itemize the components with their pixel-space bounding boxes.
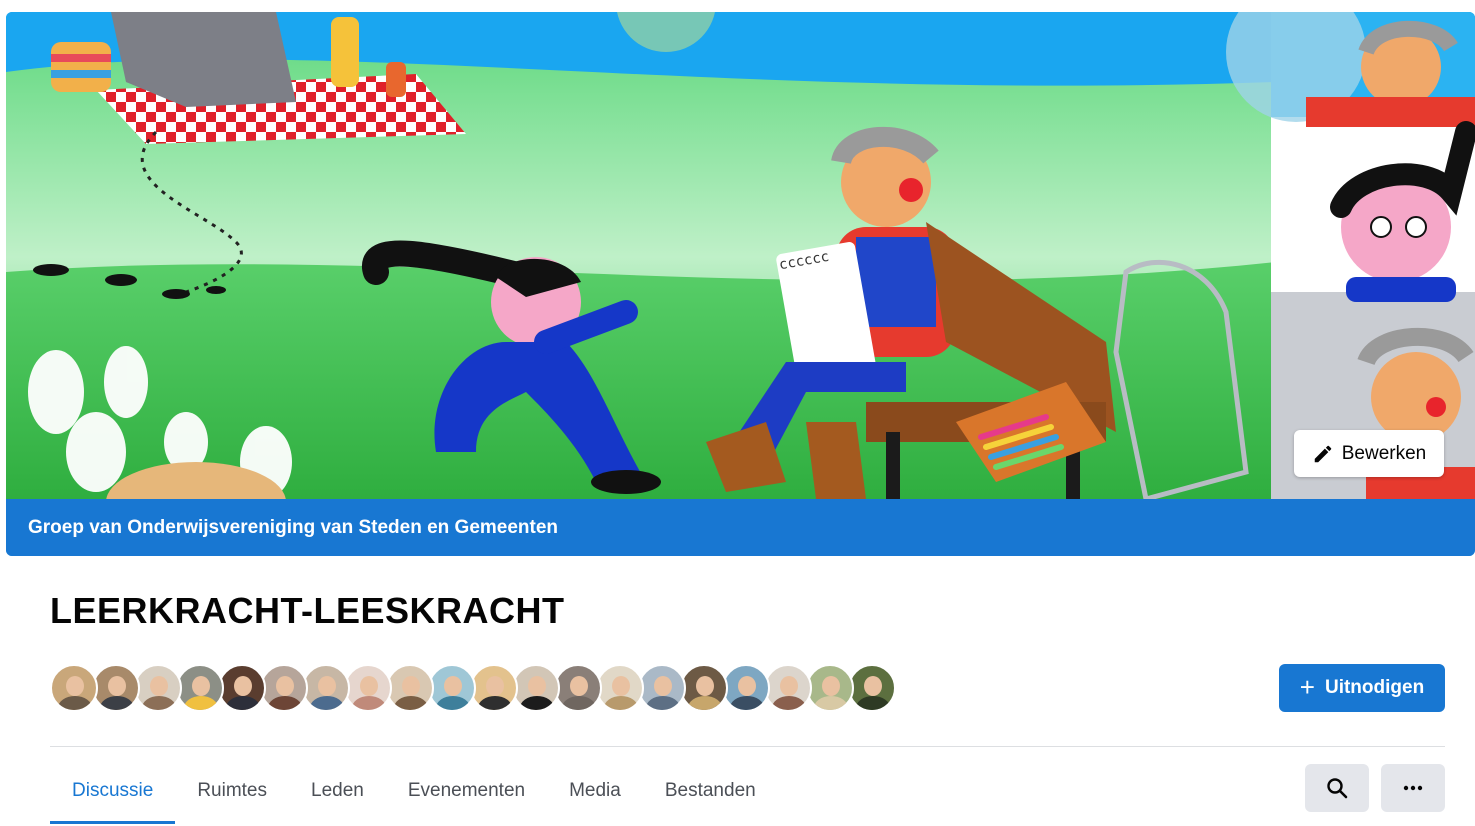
member-avatar[interactable]	[512, 664, 560, 712]
member-avatar[interactable]	[470, 664, 518, 712]
header-divider	[50, 746, 1445, 747]
avatar-body	[856, 696, 890, 710]
more-horizontal-icon	[1401, 776, 1425, 800]
member-avatar[interactable]	[764, 664, 812, 712]
member-avatar[interactable]	[386, 664, 434, 712]
avatar-body	[562, 696, 596, 710]
avatar-body	[814, 696, 848, 710]
group-title: LEERKRACHT-LEESKRACHT	[50, 590, 565, 631]
avatar-face	[318, 676, 336, 696]
tab-label: Leden	[311, 780, 364, 801]
tab-bestanden[interactable]: Bestanden	[643, 760, 778, 822]
avatar-face	[738, 676, 756, 696]
avatar-body	[436, 696, 470, 710]
tab-label: Bestanden	[664, 780, 756, 801]
avatar-face	[696, 676, 714, 696]
member-avatar[interactable]	[722, 664, 770, 712]
member-avatar[interactable]	[260, 664, 308, 712]
tab-evenementen[interactable]: Evenementen	[386, 760, 547, 822]
avatar-face	[234, 676, 252, 696]
avatar-body	[604, 696, 638, 710]
avatar-body	[688, 696, 722, 710]
tab-ruimtes[interactable]: Ruimtes	[175, 760, 289, 822]
avatar-face	[402, 676, 420, 696]
avatar-body	[772, 696, 806, 710]
tab-label: Evenementen	[407, 780, 526, 801]
pencil-icon	[1312, 443, 1334, 465]
avatar-body	[730, 696, 764, 710]
member-avatar[interactable]	[680, 664, 728, 712]
avatar-face	[822, 676, 840, 696]
member-avatar[interactable]	[134, 664, 182, 712]
cover-illustration: cccccc	[6, 12, 1475, 499]
avatar-body	[352, 696, 386, 710]
tab-leden[interactable]: Leden	[289, 760, 386, 822]
cover-photo: cccccc Bewerken Groep van Onderwijsveren…	[6, 12, 1475, 556]
group-owner-banner[interactable]: Groep van Onderwijsvereniging van Steden…	[6, 499, 1475, 556]
avatar-face	[150, 676, 168, 696]
avatar-face	[528, 676, 546, 696]
avatar-face	[192, 676, 210, 696]
search-icon	[1325, 776, 1349, 800]
avatar-face	[654, 676, 672, 696]
member-avatar[interactable]	[596, 664, 644, 712]
plus-icon: +	[1299, 671, 1315, 702]
member-avatar[interactable]	[848, 664, 896, 712]
avatar-body	[478, 696, 512, 710]
member-avatar[interactable]	[302, 664, 350, 712]
member-avatars[interactable]	[50, 664, 896, 714]
tab-label: Ruimtes	[197, 780, 267, 801]
avatar-body	[310, 696, 344, 710]
member-avatar[interactable]	[638, 664, 686, 712]
member-avatar[interactable]	[806, 664, 854, 712]
member-avatar[interactable]	[428, 664, 476, 712]
member-avatar[interactable]	[218, 664, 266, 712]
avatar-face	[864, 676, 882, 696]
edit-cover-button[interactable]: Bewerken	[1294, 430, 1444, 477]
more-options-button[interactable]	[1381, 764, 1445, 812]
avatar-face	[570, 676, 588, 696]
avatar-face	[444, 676, 462, 696]
avatar-body	[142, 696, 176, 710]
avatar-face	[612, 676, 630, 696]
group-tabs: Discussie Ruimtes Leden Evenementen Medi…	[50, 760, 778, 826]
avatar-body	[58, 696, 92, 710]
avatar-body	[226, 696, 260, 710]
member-avatar[interactable]	[176, 664, 224, 712]
avatar-face	[276, 676, 294, 696]
member-avatar[interactable]	[50, 664, 98, 712]
tab-label: Discussie	[72, 780, 154, 801]
invite-button[interactable]: + Uitnodigen	[1279, 664, 1445, 712]
edit-cover-label: Bewerken	[1341, 442, 1427, 464]
avatar-face	[780, 676, 798, 696]
search-button[interactable]	[1305, 764, 1369, 812]
avatar-face	[108, 676, 126, 696]
avatar-body	[520, 696, 554, 710]
member-avatar[interactable]	[92, 664, 140, 712]
avatar-face	[66, 676, 84, 696]
avatar-face	[486, 676, 504, 696]
avatar-face	[360, 676, 378, 696]
member-avatar[interactable]	[344, 664, 392, 712]
tab-label: Media	[569, 780, 621, 801]
avatar-body	[268, 696, 302, 710]
invite-label: Uitnodigen	[1324, 677, 1425, 698]
avatar-body	[184, 696, 218, 710]
group-owner-label: Groep van Onderwijsvereniging van Steden…	[28, 516, 559, 538]
avatar-body	[394, 696, 428, 710]
tab-media[interactable]: Media	[547, 760, 643, 822]
member-avatar[interactable]	[554, 664, 602, 712]
tab-discussie[interactable]: Discussie	[50, 760, 176, 824]
avatar-body	[646, 696, 680, 710]
avatar-body	[100, 696, 134, 710]
